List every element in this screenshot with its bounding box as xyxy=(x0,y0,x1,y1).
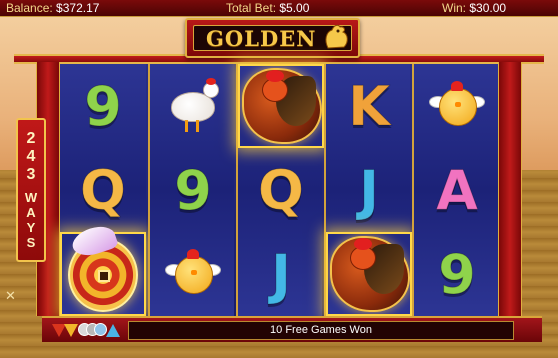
rooster-icon xyxy=(330,236,410,312)
symbol-text: K xyxy=(348,74,391,138)
symbol-jack: J xyxy=(238,232,324,316)
bet-chips[interactable] xyxy=(50,322,122,340)
symbol-ace: A xyxy=(414,148,500,232)
ways-letter: W xyxy=(24,190,38,205)
balance-value: $372.17 xyxy=(56,1,100,15)
rooster-icon xyxy=(242,68,322,144)
total-bet-display: Total Bet: $5.00 xyxy=(226,0,309,17)
symbol-hen xyxy=(150,64,236,148)
ways-digit: 3 xyxy=(26,166,36,183)
symbol-text: Q xyxy=(80,158,127,222)
symbol-nine: 9 xyxy=(150,148,236,232)
frame-pillar-right xyxy=(498,62,522,316)
chick-icon xyxy=(429,78,485,134)
total-bet-label: Total Bet: xyxy=(226,1,277,15)
symbol-rooster-wild xyxy=(326,232,412,316)
symbol-text: J xyxy=(270,242,292,306)
ways-banner: 2 4 3 W A Y S xyxy=(16,118,46,262)
symbol-text: A xyxy=(436,158,479,222)
reel-area: 9 Q 9 Q J K J A 9 xyxy=(60,64,498,316)
game-logo: GOLDEN xyxy=(185,18,360,58)
symbol-text: 9 xyxy=(438,242,477,306)
win-display: Win: $30.00 xyxy=(442,0,506,17)
symbol-queen: Q xyxy=(60,148,146,232)
reel-5: A 9 xyxy=(412,64,498,316)
symbol-king: K xyxy=(326,64,412,148)
coin-hole xyxy=(98,270,110,282)
symbol-nine: 9 xyxy=(60,64,146,148)
symbol-queen: Q xyxy=(238,148,324,232)
ways-digit: 2 xyxy=(26,130,36,147)
symbol-text: 9 xyxy=(174,158,213,222)
ways-letter: S xyxy=(26,235,36,250)
symbol-nine: 9 xyxy=(414,232,500,316)
reel-2: 9 xyxy=(148,64,234,316)
symbol-text: J xyxy=(358,158,380,222)
ways-letter: A xyxy=(26,205,36,220)
hen-icon xyxy=(163,78,223,134)
triangle-down-icon xyxy=(64,324,78,337)
triangle-up-icon xyxy=(106,324,120,337)
close-icon[interactable]: ✕ xyxy=(5,288,16,304)
ways-digit: 4 xyxy=(26,148,36,165)
win-label: Win: xyxy=(442,1,466,15)
balance-display: Balance: $372.17 xyxy=(6,0,99,17)
total-bet-value: $5.00 xyxy=(279,1,310,15)
balance-label: Balance: xyxy=(6,1,53,15)
symbol-rooster-wild xyxy=(238,64,324,148)
bottom-bar: 10 Free Games Won xyxy=(42,316,542,342)
reel-4: K J xyxy=(324,64,410,316)
symbol-text: Q xyxy=(258,158,305,222)
coin-icon xyxy=(68,221,138,312)
win-value: $30.00 xyxy=(469,1,507,15)
symbol-chick xyxy=(150,232,236,316)
message-box: 10 Free Games Won xyxy=(128,321,514,340)
reel-3: Q J xyxy=(236,64,322,316)
ways-letter: Y xyxy=(26,220,36,235)
reel-1: 9 Q xyxy=(60,64,146,316)
status-bar: Balance: $372.17 Total Bet: $5.00 Win: $… xyxy=(0,0,558,17)
symbol-coin-scatter xyxy=(60,221,146,316)
symbol-text: 9 xyxy=(84,74,123,138)
symbol-chick xyxy=(414,64,500,148)
rooster-icon xyxy=(322,22,350,58)
chick-icon xyxy=(165,246,221,302)
symbol-jack: J xyxy=(326,148,412,232)
